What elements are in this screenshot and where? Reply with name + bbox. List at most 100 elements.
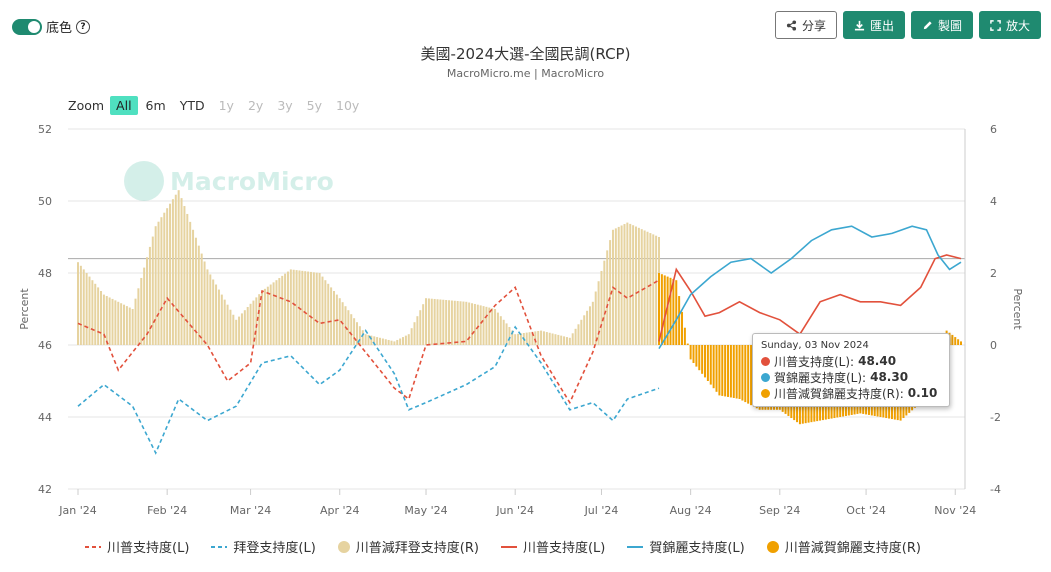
bar [709, 345, 712, 385]
bar [128, 307, 131, 345]
bar [194, 237, 197, 345]
bar [215, 284, 218, 345]
bar [551, 333, 554, 345]
bar [957, 339, 960, 345]
bar [327, 283, 330, 345]
bar [471, 303, 474, 345]
bar [637, 227, 640, 345]
bar [137, 288, 140, 345]
bar [312, 272, 315, 345]
bar [134, 298, 137, 345]
series-line [658, 225, 962, 350]
bar [540, 330, 543, 345]
bar [183, 206, 186, 345]
bar [732, 345, 735, 398]
bar [465, 301, 468, 345]
bar [186, 213, 189, 345]
bar [445, 300, 448, 345]
bar [514, 334, 517, 345]
bar [77, 262, 79, 345]
bar [517, 333, 520, 345]
bar [600, 270, 603, 345]
bar [151, 236, 154, 345]
legend-item-spread-biden[interactable]: 川普減拜登支持度(R) [337, 537, 479, 556]
bar [450, 300, 453, 345]
legend-label: 川普支持度(L) [522, 541, 606, 556]
bar [715, 345, 718, 392]
y-axis-title-left: Percent [18, 288, 31, 330]
y-tick-label-left: 46 [38, 339, 52, 352]
watermark: MacroMicro [124, 161, 334, 201]
bar [485, 306, 488, 345]
series-line [658, 254, 962, 342]
bar [131, 309, 134, 345]
bar [416, 316, 419, 345]
bar [393, 341, 396, 345]
bar [140, 277, 143, 345]
bar [620, 225, 623, 345]
bar [100, 291, 103, 345]
tooltip-dot [761, 372, 770, 382]
bar [324, 280, 327, 345]
legend-label: 川普減賀錦麗支持度(R) [784, 541, 921, 556]
bar [422, 304, 425, 345]
legend-label: 賀錦麗支持度(L) [649, 541, 745, 556]
bar [376, 337, 379, 345]
bar [353, 318, 356, 345]
y-tick-label-left: 50 [38, 195, 52, 208]
bar [197, 245, 200, 345]
bar [960, 341, 962, 345]
y-tick-label-right: 4 [990, 195, 997, 208]
bar [358, 326, 361, 345]
bar [226, 304, 229, 345]
bar [384, 339, 387, 345]
bar [951, 334, 954, 345]
tooltip-label: 川普支持度(L): [774, 354, 855, 369]
bar [315, 272, 318, 345]
tooltip-dot [761, 356, 770, 366]
chart-plot[interactable]: MacroMicro424446485052-4-20246Percent Per… [0, 0, 1051, 572]
dashed-line-icon [85, 545, 101, 548]
legend-item-biden[interactable]: 拜登支持度(L) [211, 537, 316, 556]
legend-item-spread-harris[interactable]: 川普減賀錦麗支持度(R) [766, 537, 921, 556]
bar [275, 280, 278, 345]
bar [574, 328, 577, 345]
bar [390, 340, 393, 345]
bar [545, 332, 548, 345]
bar [332, 291, 335, 345]
bar [206, 269, 209, 345]
legend-label: 川普支持度(L) [107, 541, 190, 556]
bar [364, 334, 367, 345]
tooltip-row: 川普減賀錦麗支持度(R): 0.10 [761, 385, 941, 401]
legend-item-trump-dashed[interactable]: 川普支持度(L) [85, 537, 189, 556]
bar [281, 275, 284, 345]
bar [563, 336, 566, 345]
x-tick-label: Mar '24 [230, 504, 271, 517]
x-tick-label: Sep '24 [759, 504, 800, 517]
bar [180, 198, 183, 345]
bar [240, 313, 243, 345]
x-tick-label: Feb '24 [147, 504, 187, 517]
legend-label: 川普減拜登支持度(R) [355, 541, 479, 556]
bar [718, 345, 721, 396]
bar [177, 190, 180, 345]
solid-line-icon [627, 545, 644, 548]
bar [706, 345, 709, 381]
bar [404, 335, 407, 345]
bar [634, 226, 637, 345]
bar [111, 298, 114, 345]
legend-item-trump-solid[interactable]: 川普支持度(L) [500, 537, 606, 556]
bar [217, 289, 220, 345]
bar [675, 280, 678, 345]
legend-item-harris[interactable]: 賀錦麗支持度(L) [627, 537, 745, 556]
bar [200, 253, 203, 345]
bar [286, 271, 289, 345]
bar [209, 274, 212, 345]
bar [534, 331, 537, 345]
tooltip: Sunday, 03 Nov 2024 川普支持度(L): 48.40 賀錦麗支持… [752, 333, 950, 407]
legend: 川普支持度(L) 拜登支持度(L) 川普減拜登支持度(R) 川普支持度(L) 賀… [85, 537, 943, 556]
bar [439, 299, 442, 345]
bar [594, 291, 597, 345]
bar [85, 273, 88, 345]
circle-icon [766, 540, 779, 553]
